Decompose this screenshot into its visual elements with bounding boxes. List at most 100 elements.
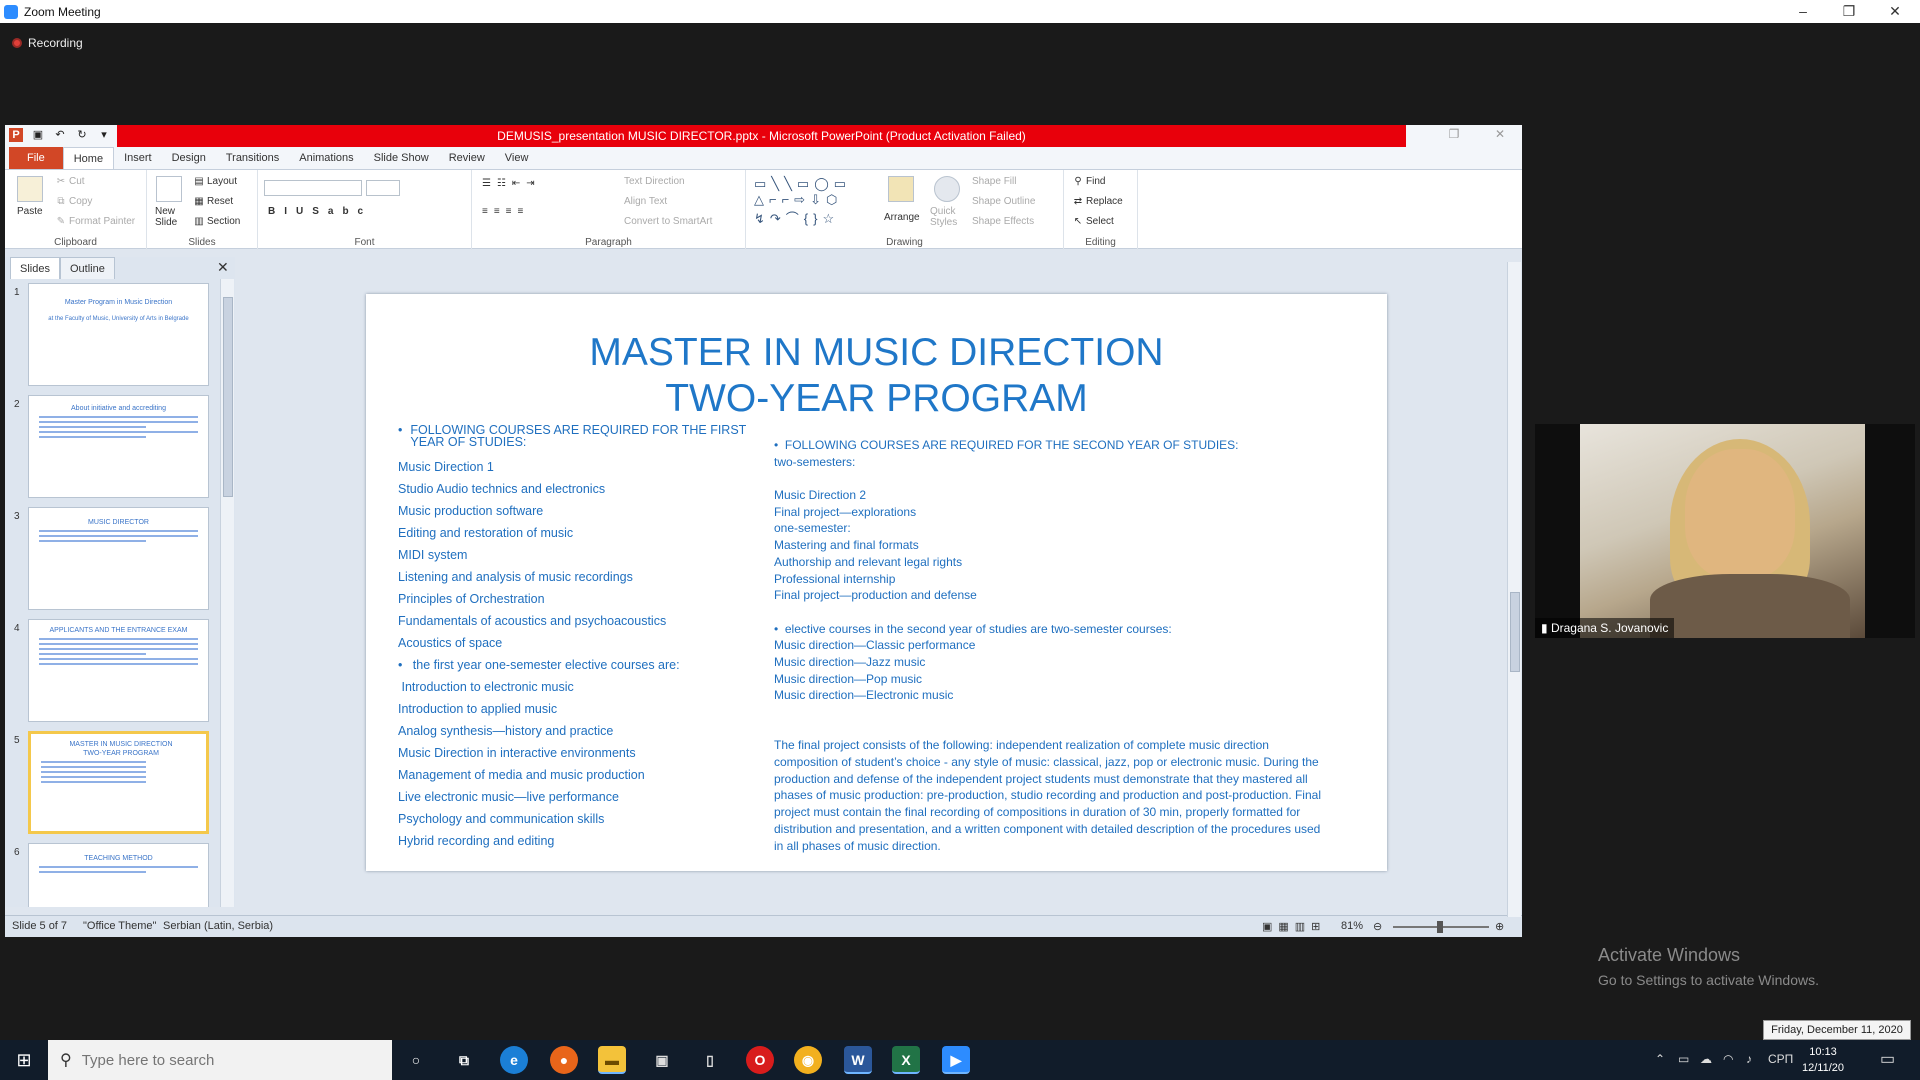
slide-thumbnail-1[interactable]: Master Program in Music Direction at the… (28, 283, 209, 386)
font-name-box[interactable] (264, 180, 362, 196)
cortana-icon[interactable]: ○ (402, 1046, 430, 1074)
onedrive-icon[interactable]: ☁ (1700, 1052, 1712, 1066)
editing-label: Editing (1085, 237, 1116, 248)
quick-styles-button[interactable]: Quick Styles (930, 206, 964, 228)
tab-insert[interactable]: Insert (114, 147, 162, 169)
taskbar: ⊞ ⚲ ○ ⧉ e ● ▬ ▣ ▯ O ◉ W X ▶ ⌃ ▭ ☁ ◠ ♪ СР… (0, 1040, 1920, 1080)
left-column: • FOLLOWING COURSES ARE REQUIRED FOR THE … (398, 424, 778, 852)
ppt-close-icon[interactable]: ✕ (1485, 127, 1515, 141)
tablet-icon[interactable]: ▯ (696, 1046, 724, 1074)
tab-slides[interactable]: Slides (10, 257, 60, 279)
language[interactable]: Serbian (Latin, Serbia) (163, 920, 273, 932)
cut-button[interactable]: ✂ Cut (55, 176, 85, 187)
layout-button[interactable]: ▤ Layout (193, 176, 237, 187)
shapes-gallery[interactable]: ▭╲╲▭◯▭ △⌐⌐⇨⇩⬡ ↯↷⌒{}☆ (754, 176, 851, 227)
restore-button[interactable]: ❐ (1826, 0, 1872, 23)
arrange-icon[interactable] (888, 176, 914, 202)
ppt-restore-icon[interactable]: ❐ (1439, 127, 1469, 141)
store-icon[interactable]: ▣ (648, 1046, 676, 1074)
language-indicator[interactable]: СРП (1768, 1052, 1793, 1066)
view-buttons[interactable]: ▣▦▥⊞ (1262, 920, 1326, 933)
task-view-icon[interactable]: ⧉ (450, 1046, 478, 1074)
video-tile[interactable]: ▮ Dragana S. Jovanovic (1535, 424, 1915, 638)
wifi-icon[interactable]: ◠ (1723, 1052, 1733, 1066)
new-slide-icon[interactable] (156, 176, 182, 202)
select-button[interactable]: ↖ Select (1072, 216, 1114, 227)
firefox-icon[interactable]: ● (550, 1046, 578, 1074)
font-format-buttons[interactable]: BIUSabc (268, 206, 372, 217)
search-input[interactable] (81, 1051, 362, 1069)
slide-thumbnail-6[interactable]: TEACHING METHOD (28, 843, 209, 907)
tab-animations[interactable]: Animations (289, 147, 363, 169)
tab-design[interactable]: Design (162, 147, 216, 169)
tray-chevron-icon[interactable]: ⌃ (1655, 1052, 1665, 1066)
shape-fill-button[interactable]: Shape Fill (972, 176, 1016, 187)
align-text-button[interactable]: Align Text (624, 196, 667, 207)
reset-button[interactable]: ▦ Reset (193, 196, 233, 207)
shape-outline-button[interactable]: Shape Outline (972, 196, 1035, 207)
slide-thumbnail-4[interactable]: APPLICANTS AND THE ENTRANCE EXAM (28, 619, 209, 722)
file-explorer-icon[interactable]: ▬ (598, 1046, 626, 1074)
list-buttons[interactable]: ☰☷⇤⇥ (482, 178, 541, 189)
undo-icon[interactable]: ↶ (53, 128, 67, 142)
slide-thumbnail-5[interactable]: MASTER IN MUSIC DIRECTION TWO-YEAR PROGR… (28, 731, 209, 834)
taskbar-clock[interactable]: 10:13 12/11/20 (1802, 1044, 1844, 1076)
convert-smartart-button[interactable]: Convert to SmartArt (624, 216, 712, 227)
replace-button[interactable]: ⇄ Replace (1072, 196, 1123, 207)
ppt-window-title: DEMUSIS_presentation MUSIC DIRECTOR.pptx… (117, 125, 1406, 147)
excel-icon[interactable]: X (892, 1046, 920, 1074)
align-buttons[interactable]: ≡≡≡≡ (482, 206, 529, 217)
tab-review[interactable]: Review (439, 147, 495, 169)
format-painter-button[interactable]: ✎ Format Painter (55, 216, 135, 227)
brush-icon: ✎ (56, 216, 66, 227)
find-button[interactable]: ⚲ Find (1072, 176, 1105, 187)
quick-styles-icon[interactable] (934, 176, 960, 202)
date-tooltip: Friday, December 11, 2020 (1763, 1020, 1911, 1040)
customize-qat-icon[interactable]: ▾ (97, 128, 111, 142)
tab-file[interactable]: File (9, 147, 63, 169)
tab-transitions[interactable]: Transitions (216, 147, 289, 169)
panel-scrollbar[interactable] (220, 279, 234, 907)
windows-start-icon[interactable]: ⊞ (0, 1040, 48, 1080)
slide-scrollbar[interactable] (1507, 262, 1521, 917)
recording-label: Recording (28, 36, 83, 50)
notification-icon[interactable]: ▭ (1880, 1049, 1895, 1069)
zoom-in-icon[interactable]: ⊕ (1495, 920, 1504, 933)
volume-icon[interactable]: ♪ (1746, 1052, 1752, 1066)
slide[interactable]: MASTER IN MUSIC DIRECTION TWO-YEAR PROGR… (366, 294, 1387, 871)
opera-icon[interactable]: O (746, 1046, 774, 1074)
save-icon[interactable]: ▣ (31, 128, 45, 142)
tab-home[interactable]: Home (62, 147, 115, 169)
tab-outline[interactable]: Outline (59, 257, 115, 279)
section-button[interactable]: ▥ Section (193, 216, 240, 227)
new-slide-button[interactable]: New Slide (155, 206, 187, 228)
minimize-button[interactable]: – (1780, 0, 1826, 23)
zoom-slider[interactable] (1393, 921, 1489, 933)
recording-indicator[interactable]: Recording (12, 36, 83, 50)
left-heading-2: the first year one-semester elective cou… (412, 658, 680, 672)
right-heading-2: elective courses in the second year of s… (784, 621, 1172, 636)
text-direction-button[interactable]: Text Direction (624, 176, 685, 187)
close-button[interactable]: ✕ (1872, 0, 1918, 23)
copy-button[interactable]: ⧉ Copy (55, 196, 92, 207)
shape-effects-button[interactable]: Shape Effects (972, 216, 1034, 227)
taskbar-search[interactable]: ⚲ (48, 1040, 392, 1080)
zoom-taskbar-icon[interactable]: ▶ (942, 1046, 970, 1074)
paste-button[interactable]: Paste (17, 206, 43, 217)
slide-thumbnail-2[interactable]: About initiative and accrediting (28, 395, 209, 498)
font-size-box[interactable] (366, 180, 400, 196)
zoom-level[interactable]: 81% (1341, 920, 1363, 932)
redo-icon[interactable]: ↻ (75, 128, 89, 142)
chrome-icon[interactable]: ◉ (794, 1046, 822, 1074)
edge-icon[interactable]: e (500, 1046, 528, 1074)
battery-icon[interactable]: ▭ (1678, 1052, 1689, 1066)
panel-close-icon[interactable]: ✕ (217, 259, 229, 276)
arrange-button[interactable]: Arrange (884, 212, 920, 223)
slide-thumbnail-3[interactable]: MUSIC DIRECTOR (28, 507, 209, 610)
tab-view[interactable]: View (495, 147, 539, 169)
zoom-out-icon[interactable]: ⊖ (1373, 920, 1382, 933)
list-item: Music direction—Jazz music (774, 654, 926, 669)
word-icon[interactable]: W (844, 1046, 872, 1074)
tab-slide-show[interactable]: Slide Show (364, 147, 439, 169)
paste-icon[interactable] (17, 176, 43, 202)
